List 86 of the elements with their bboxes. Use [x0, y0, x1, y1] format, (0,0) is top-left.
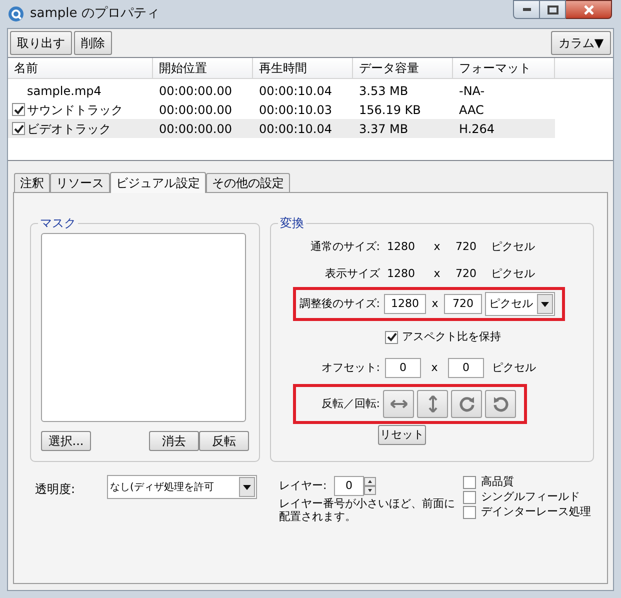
unit-dropdown[interactable]: ピクセル [485, 292, 555, 316]
tab[interactable]: 注釈 [14, 173, 50, 192]
width-field[interactable]: 1280 [384, 294, 426, 314]
separator-label: x [430, 360, 439, 376]
table-cell-text: 00:00:00.00 [159, 120, 232, 138]
option-checkbox[interactable] [463, 506, 476, 519]
table-cell-text: サウンドトラック [27, 102, 123, 118]
vertical-arrows-icon [428, 395, 438, 413]
rotate-counterclockwise-icon [492, 396, 508, 412]
unit-label: ピクセル [491, 238, 535, 255]
rotate-right-button[interactable] [451, 390, 482, 418]
unit-label: ピクセル [491, 266, 535, 282]
field-label: 通常のサイズ: [309, 240, 380, 254]
reset-button[interactable]: リセット [378, 425, 426, 445]
close-button[interactable] [566, 0, 612, 19]
table-cell-text: 156.19 KB [359, 102, 421, 118]
tab[interactable]: リソース [50, 173, 110, 192]
table-cell-text: 00:00:10.04 [259, 120, 332, 138]
unit-label: ピクセル [492, 360, 536, 376]
rotate-clockwise-icon [458, 396, 474, 412]
checkbox-label: シングルフィールド [481, 489, 580, 506]
table-cell-text: 00:00:10.04 [259, 82, 332, 100]
mask-button[interactable]: 消去 [149, 431, 199, 451]
column-header[interactable]: 再生時間 [253, 58, 353, 78]
mask-button[interactable]: 反転 [199, 431, 249, 451]
table-cell-text: ビデオトラック [27, 120, 111, 138]
field-label: 調整後のサイズ: [298, 297, 380, 311]
field-label: 反転／回転: [320, 397, 380, 411]
option-checkbox[interactable] [463, 491, 476, 504]
group-title: マスク [38, 215, 78, 231]
minimize-icon [522, 8, 530, 11]
separator-label: x [432, 266, 442, 282]
table-cell-text: 3.37 MB [359, 120, 408, 138]
app-icon [8, 6, 24, 22]
table-cell-text: AAC [459, 102, 484, 118]
column-menu-button[interactable]: カラム▼ [551, 31, 611, 55]
column-header[interactable]: フォーマット [453, 58, 555, 78]
opacity-label: 透明度: [35, 481, 76, 498]
checkbox-label: 高品質 [481, 474, 514, 490]
track-checkbox[interactable] [12, 122, 25, 135]
aspect-checkbox[interactable] [385, 330, 398, 344]
checkbox-label: デインターレース処理 [481, 504, 591, 520]
column-header[interactable]: 開始位置 [153, 58, 253, 78]
flip-horizontal-button[interactable] [383, 390, 414, 418]
table-cell-text: sample.mp4 [27, 82, 102, 100]
option-checkbox[interactable] [463, 476, 476, 489]
window-title: sample のプロパティ [30, 5, 160, 24]
table-cell-text: 00:00:10.03 [259, 102, 332, 118]
value-label: 720 [454, 238, 478, 255]
field-label: 表示サイズ [324, 267, 380, 281]
field-label: オフセット: [320, 361, 380, 375]
toolbar-button[interactable]: 削除 [74, 31, 112, 55]
table-cell-text: H.264 [459, 120, 495, 138]
layer-label: レイヤー: [279, 478, 328, 494]
table-cell-text: -NA- [459, 82, 485, 100]
value-label: 1280 [387, 266, 416, 282]
offset-y-field[interactable]: 0 [448, 358, 484, 378]
table-cell-text: 00:00:00.00 [159, 82, 232, 100]
column-header[interactable]: 名前 [8, 58, 153, 78]
list-row[interactable]: ビデオトラック 00:00:00.00 00:00:10.04 3.37 MB H.264 [8, 119, 555, 138]
separator-label: x [432, 238, 442, 255]
close-icon [582, 4, 594, 14]
value-label: 1280 [387, 238, 416, 255]
tab[interactable]: その他の設定 [206, 173, 290, 192]
tab[interactable]: ビジュアル設定 [110, 172, 206, 193]
checkbox-label: アスペクト比を保持 [402, 328, 501, 345]
track-checkbox[interactable] [12, 103, 25, 116]
group-title: 変換 [278, 215, 306, 231]
horizontal-arrows-icon [390, 399, 408, 409]
maximize-icon [546, 4, 558, 14]
value-label: 720 [454, 266, 478, 282]
table-cell-text: 3.53 MB [359, 82, 408, 100]
toolbar-button[interactable]: 取り出す [10, 31, 72, 55]
offset-x-field[interactable]: 0 [385, 358, 421, 378]
rotate-left-button[interactable] [485, 390, 516, 418]
flip-vertical-button[interactable] [417, 390, 448, 418]
layer-note: レイヤー番号が小さいほど、前面に配置されます。 [279, 497, 456, 523]
separator-label: x [430, 296, 440, 312]
mask-button[interactable]: 選択... [41, 431, 91, 451]
maximize-button[interactable] [540, 0, 566, 19]
column-header[interactable]: データ容量 [353, 58, 453, 78]
height-field[interactable]: 720 [444, 294, 482, 314]
table-cell-text: 00:00:00.00 [159, 102, 232, 118]
opacity-dropdown[interactable]: なし(ディザ処理を許可 [107, 475, 257, 499]
minimize-button[interactable] [513, 0, 540, 19]
spin-arrows-icon[interactable] [364, 477, 376, 495]
